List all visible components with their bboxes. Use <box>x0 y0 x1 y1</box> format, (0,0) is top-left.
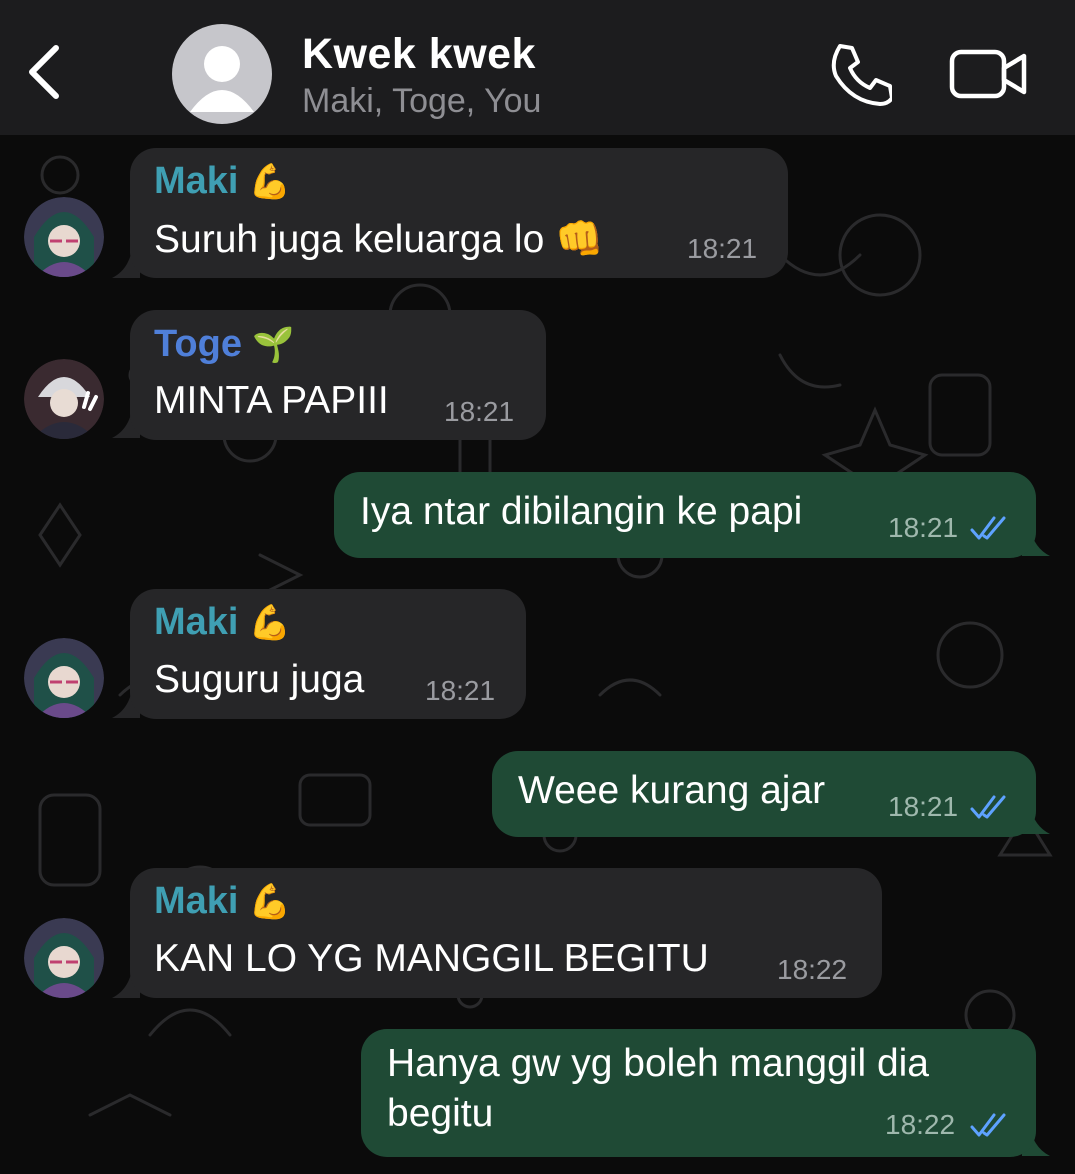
sender-name: Toge 🌱 <box>154 323 295 365</box>
message-text: Suguru juga <box>154 658 365 701</box>
avatar-maki[interactable] <box>24 638 104 718</box>
read-receipt-icon <box>970 516 1006 540</box>
chat-title[interactable]: Kwek kwek <box>302 30 536 79</box>
phone-icon[interactable] <box>826 40 892 106</box>
chat-participants[interactable]: Maki, Toge, You <box>302 82 541 121</box>
message-time: 18:22 <box>885 1109 956 1140</box>
message-text: KAN LO YG MANGGIL BEGITU <box>154 937 709 980</box>
avatar-maki[interactable] <box>24 197 104 277</box>
message-time: 18:21 <box>888 791 959 822</box>
message-text: Suruh juga keluarga lo 👊 <box>154 218 604 261</box>
read-receipt-icon <box>970 1113 1006 1137</box>
person-silhouette-icon <box>190 46 254 112</box>
sender-name: Maki 💪 <box>154 160 291 202</box>
sender-name: Maki 💪 <box>154 880 291 922</box>
video-camera-icon[interactable] <box>948 46 1028 102</box>
message-time: 18:21 <box>687 233 758 264</box>
read-receipt-icon <box>970 795 1006 819</box>
avatar-maki[interactable] <box>24 918 104 998</box>
message-text-line-1: Hanya gw yg boleh manggil dia <box>387 1042 930 1085</box>
group-avatar[interactable] <box>172 24 272 124</box>
message-text: Iya ntar dibilangin ke papi <box>360 490 803 533</box>
sender-name: Maki 💪 <box>154 601 291 643</box>
message-text-line-2: begitu <box>387 1092 494 1135</box>
back-chevron-icon[interactable] <box>22 40 66 104</box>
message-time: 18:21 <box>444 396 515 427</box>
message-text: Weee kurang ajar <box>518 769 826 812</box>
message-text: MINTA PAPIII <box>154 379 389 422</box>
avatar-toge[interactable] <box>24 359 104 439</box>
message-time: 18:21 <box>425 675 496 706</box>
message-time: 18:21 <box>888 512 959 543</box>
chat-header: Kwek kwek Maki, Toge, You <box>0 0 1075 135</box>
message-time: 18:22 <box>777 954 848 985</box>
